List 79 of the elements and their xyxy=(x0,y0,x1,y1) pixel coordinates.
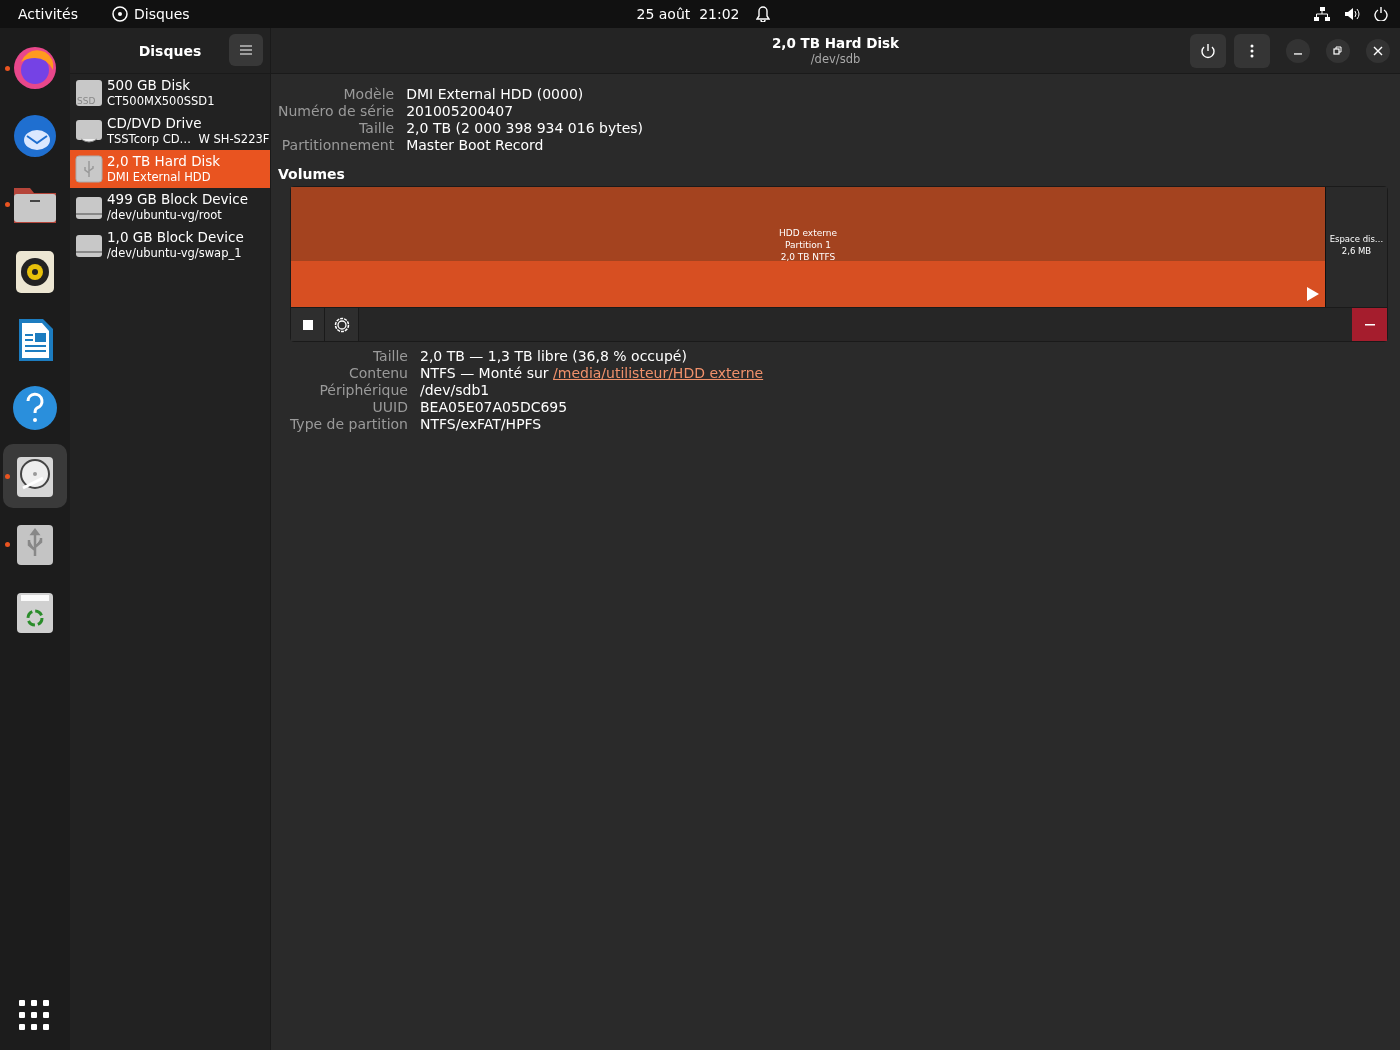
restore-icon xyxy=(1333,46,1343,56)
activities-button[interactable]: Activités xyxy=(18,6,78,22)
partition-label: Partition 1 xyxy=(784,239,832,251)
field-label: Type de partition xyxy=(290,416,408,433)
app-grid-icon[interactable] xyxy=(19,1000,49,1030)
disk-detail: /dev/ubuntu-vg/root xyxy=(107,207,223,223)
power-off-button[interactable] xyxy=(1190,34,1226,68)
firefox-icon[interactable] xyxy=(11,44,59,92)
bell-icon[interactable] xyxy=(755,6,770,22)
mount-link[interactable]: /media/utilisteur/HDD externe xyxy=(553,365,764,381)
disk-detail: TSSTcorp CD… W SH-S223F xyxy=(107,131,270,147)
network-icon[interactable] xyxy=(1314,7,1330,21)
optical-drive-icon xyxy=(75,117,103,145)
menu-icon xyxy=(240,45,252,55)
field-value: 2,0 TB (2 000 398 934 016 bytes) xyxy=(406,120,645,137)
disk-detail: DMI External HDD xyxy=(107,169,212,185)
field-label: Numéro de série xyxy=(278,103,395,120)
disk-item[interactable]: CD/DVD Drive TSSTcorp CD… W SH-S223F xyxy=(70,112,270,150)
settings-icon xyxy=(333,316,350,333)
menu-button[interactable] xyxy=(229,34,263,66)
field-value: NTFS/exFAT/HPFS xyxy=(420,416,543,433)
usb-drive-icon xyxy=(75,155,103,183)
disk-item[interactable]: 499 GB Block Device /dev/ubuntu-vg/root xyxy=(70,188,270,226)
volume-icon[interactable] xyxy=(1344,7,1360,21)
field-value: DMI External HDD (0000) xyxy=(406,86,585,103)
help-icon[interactable] xyxy=(11,384,59,432)
more-icon xyxy=(1250,44,1254,58)
more-button[interactable] xyxy=(1234,34,1270,68)
partition-label: 2,6 MB xyxy=(1341,245,1372,257)
disk-name: CD/DVD Drive xyxy=(107,115,203,131)
disk-detail: CT500MX500SSD1 xyxy=(107,93,215,109)
free-space-block[interactable]: Espace dis… 2,6 MB xyxy=(1325,187,1387,307)
window-subtitle: /dev/sdb xyxy=(810,50,861,67)
field-label: Taille xyxy=(358,120,395,137)
stop-icon xyxy=(302,319,313,330)
disk-item[interactable]: 2,0 TB Hard Disk DMI External HDD xyxy=(70,150,270,188)
drive-label: SSD xyxy=(77,96,96,106)
minus-icon xyxy=(1364,323,1375,326)
minimize-icon xyxy=(1294,53,1302,55)
power-icon xyxy=(1200,43,1216,59)
sidebar-title: Disques xyxy=(138,42,202,59)
bird-icon[interactable] xyxy=(11,112,59,160)
partition-block[interactable]: HDD externe Partition 1 2,0 TB NTFS xyxy=(291,187,1325,307)
field-label: Contenu xyxy=(347,365,408,382)
disk-icon xyxy=(112,6,128,22)
partition-label: HDD externe xyxy=(778,227,837,239)
app-menu[interactable]: Disques xyxy=(134,6,190,22)
power-icon[interactable] xyxy=(1374,7,1388,21)
field-value: NTFS — Monté sur /media/utilisteur/HDD externe xyxy=(420,365,765,382)
field-label: UUID xyxy=(371,399,408,416)
minimize-button[interactable] xyxy=(1286,39,1310,63)
field-label: Partitionnement xyxy=(280,137,395,154)
field-label: Modèle xyxy=(342,86,395,103)
disk-name: 499 GB Block Device xyxy=(107,191,249,207)
field-value: BEA05E07A05DC695 xyxy=(420,399,569,416)
section-heading: Volumes xyxy=(277,165,346,182)
disk-item[interactable]: SSD 500 GB Disk CT500MX500SSD1 xyxy=(70,74,270,112)
play-icon xyxy=(1307,287,1319,301)
disk-item[interactable]: 1,0 GB Block Device /dev/ubuntu-vg/swap_1 xyxy=(70,226,270,264)
field-label: Périphérique xyxy=(318,382,408,399)
partition-label: Espace dis… xyxy=(1329,233,1384,245)
field-value: 2,0 TB — 1,3 TB libre (36,8 % occupé) xyxy=(420,348,688,365)
clock[interactable]: 25 août 21:02 xyxy=(636,6,740,22)
disk-detail: /dev/ubuntu-vg/swap_1 xyxy=(107,245,243,261)
unmount-button[interactable] xyxy=(291,308,325,341)
field-value: 201005200407 xyxy=(406,103,515,120)
disk-name: 2,0 TB Hard Disk xyxy=(107,153,221,169)
field-value: /dev/sdb1 xyxy=(420,382,491,399)
window-title: 2,0 TB Hard Disk xyxy=(771,34,900,51)
settings-button[interactable] xyxy=(325,308,359,341)
disk-name: 500 GB Disk xyxy=(107,77,192,93)
close-button[interactable] xyxy=(1366,39,1390,63)
maximize-button[interactable] xyxy=(1326,39,1350,63)
close-icon xyxy=(1373,46,1383,56)
field-label: Taille xyxy=(371,348,408,365)
drive-icon xyxy=(75,79,103,107)
field-value: Master Boot Record xyxy=(406,137,545,154)
partition-label: 2,0 TB NTFS xyxy=(780,251,836,263)
disk-name: 1,0 GB Block Device xyxy=(107,229,244,245)
